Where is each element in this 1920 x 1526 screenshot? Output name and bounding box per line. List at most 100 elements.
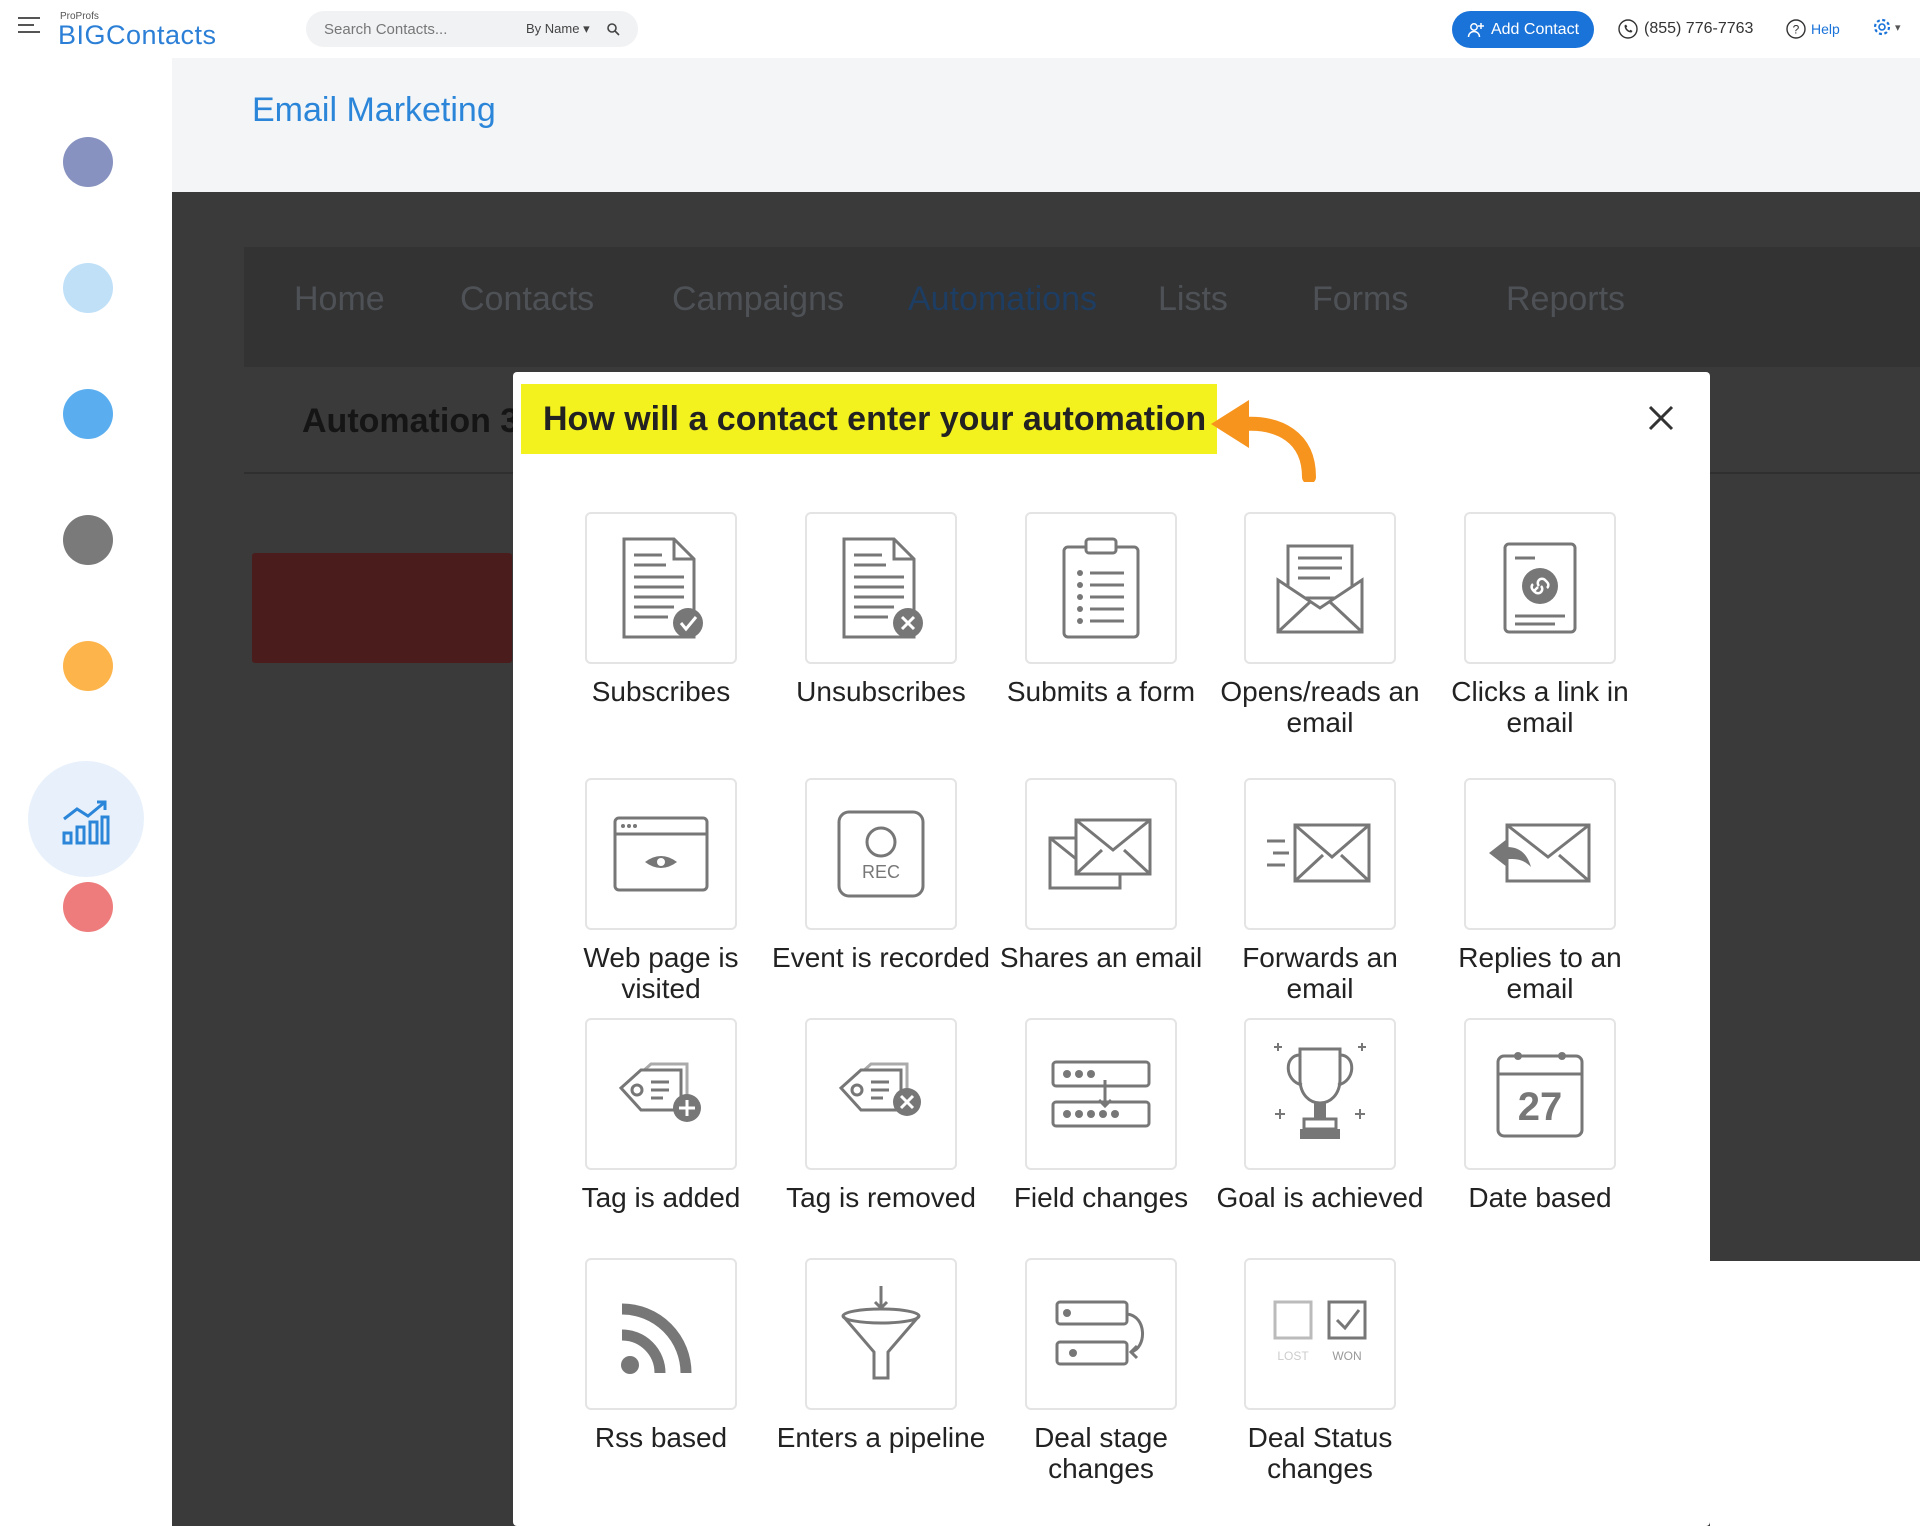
- rail-item-4[interactable]: [63, 515, 113, 565]
- analytics-icon: [62, 800, 110, 845]
- svg-text:?: ?: [1793, 23, 1800, 37]
- trigger-goal-achieved[interactable]: Goal is achieved: [1210, 1018, 1430, 1213]
- rail-item-2[interactable]: [63, 263, 113, 313]
- pointer-arrow-icon: [1211, 400, 1316, 482]
- calendar-icon: 27: [1496, 1052, 1584, 1138]
- main-nav: Home Contacts Campaigns Automations List…: [244, 247, 1920, 367]
- brand-name: BIGContacts: [58, 20, 217, 50]
- tag-remove-icon: [838, 1062, 921, 1116]
- tag-add-icon: [618, 1062, 701, 1122]
- trigger-label: Date based: [1468, 1182, 1612, 1213]
- gear-icon: [1873, 18, 1891, 36]
- field-change-icon: [1051, 1060, 1151, 1128]
- rail-item-analytics[interactable]: [28, 761, 144, 877]
- deal-status-icon: LOST WON: [1273, 1300, 1367, 1363]
- rec-label: REC: [862, 862, 900, 882]
- trigger-label: Enters a pipeline: [776, 1422, 986, 1453]
- nav-contacts[interactable]: Contacts: [460, 280, 594, 319]
- trigger-label: Subscribes: [591, 676, 731, 707]
- trigger-label: Submits a form: [1006, 676, 1196, 707]
- start-trigger-button[interactable]: [252, 553, 512, 663]
- nav-forms[interactable]: Forms: [1312, 280, 1408, 319]
- trigger-forwards-email[interactable]: Forwards an email: [1210, 778, 1430, 1004]
- rail-item-6[interactable]: [63, 882, 113, 932]
- nav-campaigns[interactable]: Campaigns: [672, 280, 844, 319]
- trigger-deal-status-changes[interactable]: LOST WON Deal Status changes: [1210, 1258, 1430, 1484]
- trigger-tag-added[interactable]: Tag is added: [551, 1018, 771, 1213]
- clipboard-form-icon: [1062, 537, 1140, 639]
- trigger-replies-email[interactable]: Replies to an email: [1430, 778, 1650, 1004]
- browser-eye-icon: [613, 816, 709, 892]
- search-input[interactable]: [324, 11, 514, 47]
- trigger-label: Forwards an email: [1242, 942, 1398, 1004]
- search-bar: By Name ▾: [306, 11, 638, 47]
- add-contact-label: Add Contact: [1490, 20, 1580, 38]
- trigger-label: Unsubscribes: [796, 676, 966, 707]
- link-doc-icon: [1503, 542, 1577, 634]
- trigger-submits-form[interactable]: Submits a form: [991, 512, 1211, 707]
- phone-link[interactable]: (855) 776-7763: [1618, 19, 1753, 39]
- trigger-label: Opens/reads an email: [1220, 676, 1420, 738]
- rss-icon: [621, 1303, 692, 1374]
- rail-item-1[interactable]: [63, 137, 113, 187]
- trigger-event-recorded[interactable]: REC Event is recorded: [771, 778, 991, 973]
- help-link[interactable]: ? Help: [1786, 19, 1840, 39]
- trigger-opens-email[interactable]: Opens/reads an email: [1210, 512, 1430, 738]
- trigger-label: Field changes: [1013, 1182, 1189, 1213]
- top-bar: ProProfs BIGContacts By Name ▾ Add Conta…: [0, 0, 1920, 58]
- trigger-label: Web page is visited: [583, 942, 739, 1004]
- menu-icon[interactable]: [18, 17, 40, 35]
- add-contact-button[interactable]: Add Contact: [1452, 11, 1594, 48]
- modal-heading: How will a contact enter your automation: [521, 384, 1217, 454]
- trigger-rss-based[interactable]: Rss based: [551, 1258, 771, 1453]
- search-by-dropdown[interactable]: By Name ▾: [526, 21, 590, 37]
- trigger-date-based[interactable]: 27 Date based: [1430, 1018, 1650, 1213]
- trigger-label: Tag is added: [581, 1182, 741, 1213]
- funnel-icon: [841, 1286, 921, 1380]
- brand-logo[interactable]: ProProfs BIGContacts: [58, 12, 217, 49]
- chevron-down-icon: ▾: [1895, 21, 1901, 34]
- trigger-tag-removed[interactable]: Tag is removed: [771, 1018, 991, 1213]
- nav-automations[interactable]: Automations: [908, 280, 1097, 319]
- add-user-icon: [1467, 22, 1484, 37]
- chevron-down-icon: ▾: [583, 21, 590, 36]
- deal-stage-icon: [1055, 1300, 1144, 1366]
- phone-icon: [1618, 19, 1638, 39]
- left-rail: [0, 58, 172, 1526]
- trigger-label: Shares an email: [999, 942, 1203, 973]
- nav-reports[interactable]: Reports: [1506, 280, 1625, 319]
- close-icon[interactable]: [1643, 400, 1679, 436]
- trigger-label: Event is recorded: [772, 942, 990, 973]
- trigger-label: Clicks a link in email: [1451, 676, 1629, 738]
- trigger-field-changes[interactable]: Field changes: [991, 1018, 1211, 1213]
- automation-title: Automation 3: [302, 402, 520, 440]
- trigger-label: Deal stage changes: [1034, 1422, 1168, 1484]
- trigger-webpage-visited[interactable]: Web page is visited: [551, 778, 771, 1004]
- reply-envelope-icon: [1489, 823, 1591, 883]
- open-envelope-icon: [1276, 544, 1364, 634]
- trigger-subscribes[interactable]: Subscribes: [551, 512, 771, 707]
- nav-lists[interactable]: Lists: [1158, 280, 1228, 319]
- trigger-label: Deal Status changes: [1247, 1422, 1393, 1484]
- trigger-shares-email[interactable]: Shares an email: [991, 778, 1211, 973]
- trigger-unsubscribes[interactable]: Unsubscribes: [771, 512, 991, 707]
- page-title: Email Marketing: [252, 91, 496, 129]
- trigger-clicks-link[interactable]: Clicks a link in email: [1430, 512, 1650, 738]
- rail-item-3[interactable]: [63, 389, 113, 439]
- settings-menu[interactable]: ▾: [1872, 17, 1901, 37]
- search-by-label: By Name: [526, 21, 580, 36]
- calendar-day: 27: [1518, 1085, 1563, 1129]
- page-background: [1710, 1261, 1920, 1526]
- trigger-enters-pipeline[interactable]: Enters a pipeline: [771, 1258, 991, 1453]
- trigger-label: Goal is achieved: [1216, 1182, 1424, 1213]
- trigger-deal-stage-changes[interactable]: Deal stage changes: [991, 1258, 1211, 1484]
- unsubscribe-doc-icon: [842, 537, 923, 639]
- nav-home[interactable]: Home: [294, 280, 385, 319]
- share-envelopes-icon: [1048, 818, 1152, 890]
- search-icon[interactable]: [606, 22, 620, 36]
- rail-item-5[interactable]: [63, 641, 113, 691]
- trigger-label: Tag is removed: [786, 1182, 976, 1213]
- help-icon: ?: [1786, 19, 1806, 39]
- help-label: Help: [1811, 21, 1840, 37]
- trophy-icon: [1274, 1043, 1366, 1139]
